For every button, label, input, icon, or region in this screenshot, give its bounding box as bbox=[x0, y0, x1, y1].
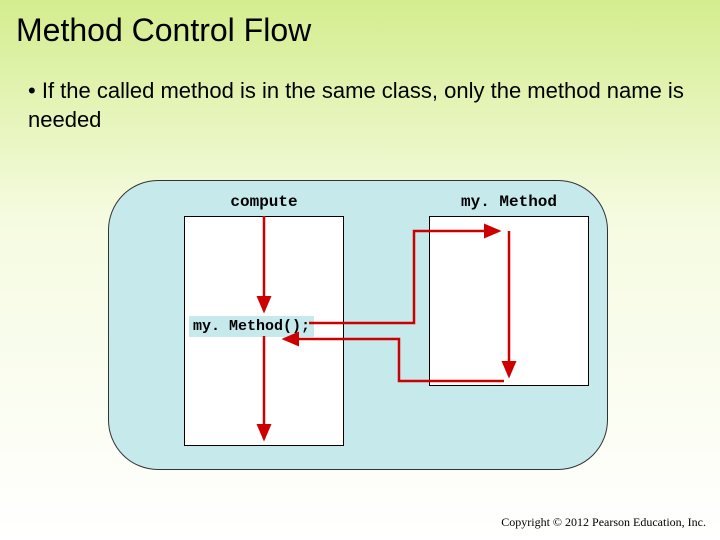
method-call-text: my. Method(); bbox=[189, 316, 314, 337]
compute-label: compute bbox=[184, 193, 344, 211]
page-title: Method Control Flow bbox=[0, 0, 720, 49]
bullet-description: If the called method is in the same clas… bbox=[0, 49, 720, 134]
mymethod-box bbox=[429, 216, 589, 386]
copyright-text: Copyright © 2012 Pearson Education, Inc. bbox=[501, 515, 706, 530]
diagram-panel: compute my. Method my. Method(); bbox=[108, 180, 608, 470]
mymethod-label: my. Method bbox=[429, 193, 589, 211]
